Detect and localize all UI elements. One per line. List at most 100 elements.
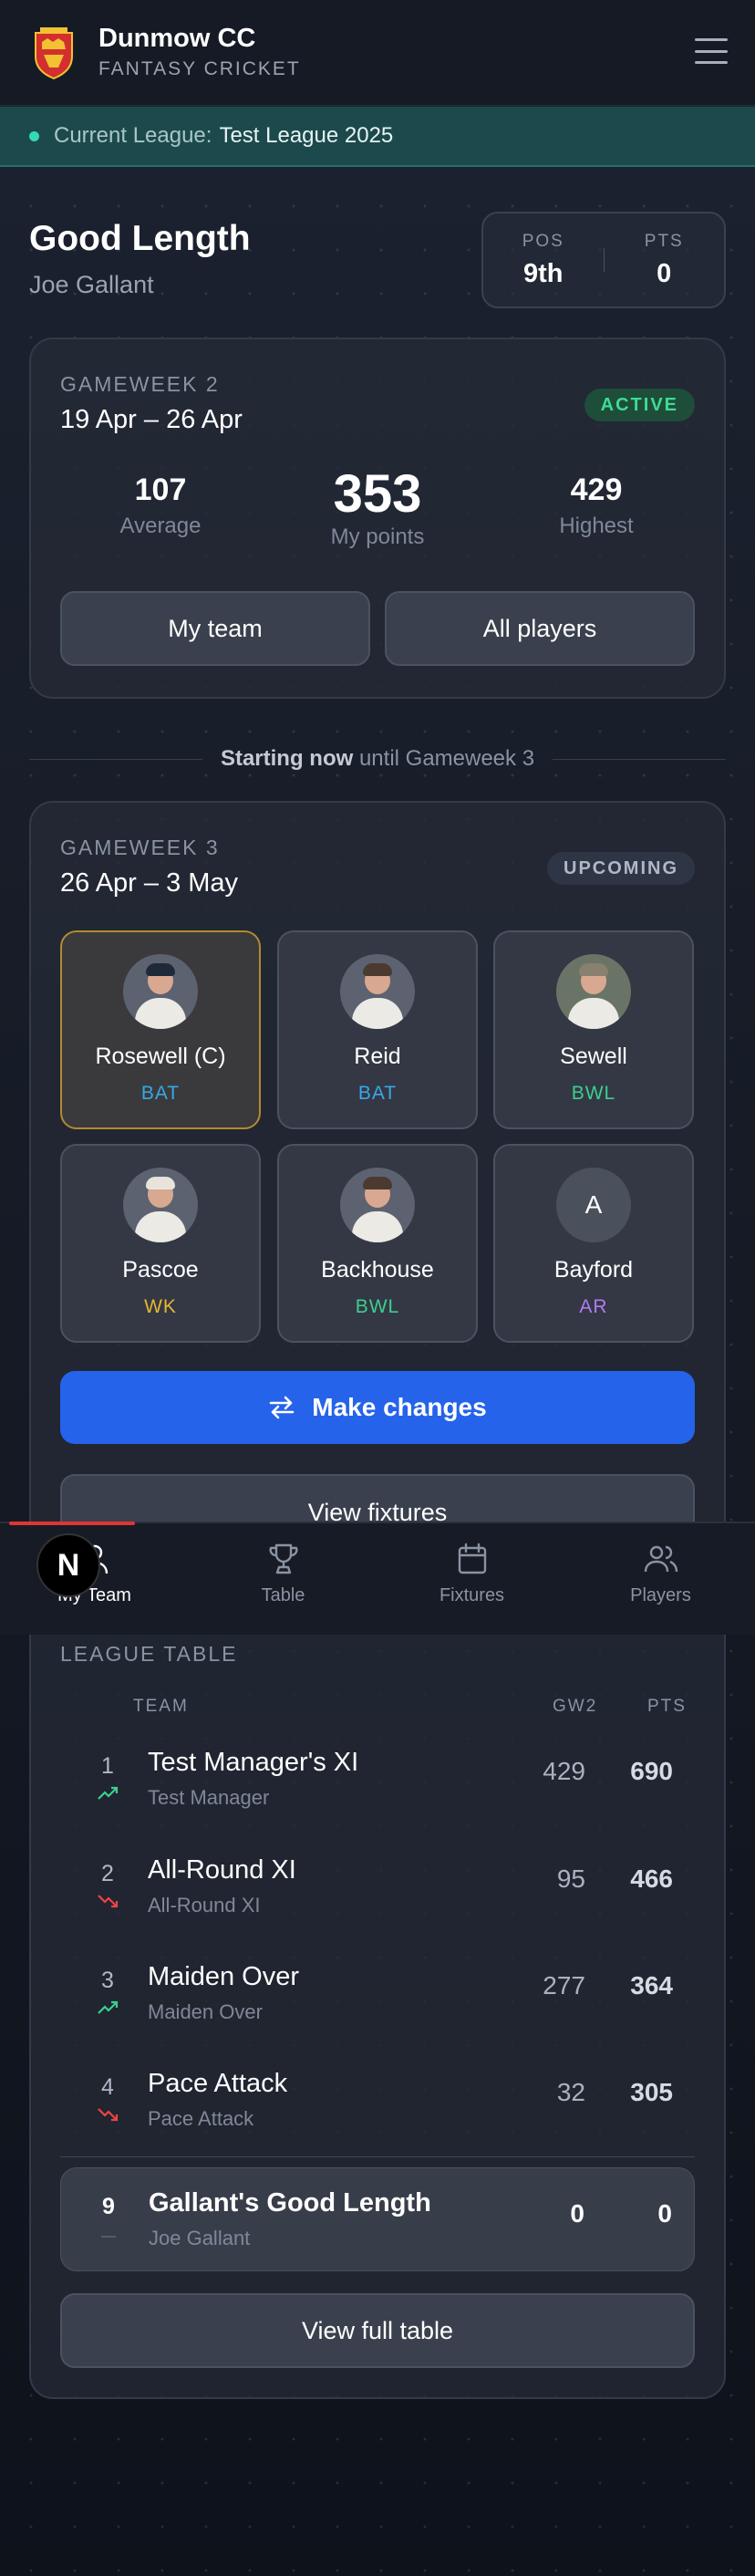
my-points-stat: 353 My points (286, 463, 469, 550)
trend-up-icon (98, 1786, 119, 1800)
status-badge: UPCOMING (547, 852, 695, 885)
app-subtitle: FANTASY CRICKET (98, 58, 301, 79)
hamburger-menu-icon[interactable] (695, 38, 728, 64)
my-team-button[interactable]: My team (60, 591, 370, 666)
gameweek-label: GAMEWEEK 2 (60, 372, 220, 396)
row-total-points: 0 (657, 2199, 672, 2228)
users-icon (644, 1545, 677, 1573)
player-card[interactable]: Sewell BWL (493, 930, 694, 1129)
row-manager: All-Round XI (148, 1894, 261, 1916)
all-players-button[interactable]: All players (385, 591, 695, 666)
nav-fixtures[interactable]: Fixtures (378, 1523, 566, 1635)
row-gw-points: 95 (556, 1864, 585, 1893)
player-role: WK (144, 1296, 177, 1317)
row-total-points: 305 (630, 2078, 673, 2106)
nav-table[interactable]: Table (189, 1523, 378, 1635)
average-label: Average (119, 514, 202, 538)
row-gw-points: 32 (556, 2078, 585, 2106)
my-team-row[interactable]: 9 Gallant's Good Length Joe Gallant 0 0 (60, 2167, 695, 2271)
row-manager: Pace Attack (148, 2107, 254, 2130)
gameweek-dates: 26 Apr – 3 May (60, 868, 239, 898)
player-card[interactable]: Pascoe WK (60, 1144, 261, 1343)
player-role: BWL (571, 1083, 616, 1104)
table-row[interactable]: 3 Maiden Over Maiden Over 277 364 (60, 1948, 695, 2039)
player-role: BAT (140, 1083, 181, 1104)
highest-stat: 429 Highest (505, 473, 688, 539)
row-total-points: 364 (630, 1971, 673, 2000)
player-initial-avatar: A (556, 1168, 631, 1242)
player-card[interactable]: Reid BAT (277, 930, 478, 1129)
gameweek-dates: 19 Apr – 26 Apr (60, 405, 243, 434)
gameweek-divider: Starting now until Gameweek 3 (29, 746, 726, 771)
avatar-badge[interactable]: N (36, 1533, 100, 1597)
divider-line (29, 758, 202, 760)
trend-neutral-icon (101, 2236, 116, 2238)
col-team: TEAM (133, 1697, 189, 1716)
table-separator (60, 2156, 695, 2157)
divider-rest-text: until Gameweek 3 (358, 746, 535, 771)
highest-label: Highest (559, 514, 634, 538)
row-gw-points: 0 (570, 2199, 584, 2228)
average-stat: 107 Average (69, 473, 252, 539)
player-name: Pascoe (122, 1257, 199, 1283)
row-manager: Test Manager (148, 1786, 270, 1809)
trophy-icon (268, 1543, 298, 1574)
col-pts: PTS (647, 1697, 687, 1716)
average-value: 107 (134, 473, 187, 507)
bottom-navigation: My Team Table Fixtures Players (0, 1522, 755, 1635)
pos-value: 9th (523, 258, 564, 288)
player-role: BWL (355, 1296, 400, 1317)
club-name: Dunmow CC (98, 24, 256, 53)
status-dot-icon (29, 130, 39, 141)
player-avatar (340, 954, 415, 1029)
row-position: 9 (102, 2194, 115, 2219)
points-stat: PTS 0 (605, 232, 725, 289)
calendar-icon (458, 1542, 486, 1574)
my-points-label: My points (330, 525, 425, 549)
player-card[interactable]: Rosewell (C) BAT (60, 930, 261, 1129)
team-name: Good Length (29, 219, 251, 258)
view-full-table-button[interactable]: View full table (60, 2293, 695, 2368)
row-position: 3 (101, 1968, 114, 1993)
row-position: 1 (101, 1753, 114, 1779)
row-gw-points: 277 (543, 1971, 585, 2000)
player-card[interactable]: A Bayford AR (493, 1144, 694, 1343)
row-team-name: Pace Attack (148, 2069, 288, 2098)
pts-value: 0 (657, 258, 672, 288)
divider-line (553, 758, 726, 760)
row-total-points: 466 (630, 1864, 673, 1893)
gameweek-label: GAMEWEEK 3 (60, 836, 220, 859)
nav-label: Players (630, 1585, 691, 1605)
make-changes-button[interactable]: Make changes (60, 1371, 695, 1444)
player-name: Rosewell (C) (95, 1044, 226, 1069)
col-gw: GW2 (553, 1697, 598, 1716)
pts-label: PTS (644, 231, 684, 251)
highest-value: 429 (570, 473, 623, 507)
player-avatar (123, 954, 198, 1029)
player-avatar (340, 1168, 415, 1242)
player-role: BAT (357, 1083, 398, 1104)
row-manager: Maiden Over (148, 2000, 263, 2023)
position-stat: POS 9th (483, 232, 604, 289)
player-name: Bayford (553, 1257, 634, 1283)
player-role: AR (579, 1296, 608, 1317)
table-row[interactable]: 1 Test Manager's XI Test Manager 429 690 (60, 1733, 695, 1824)
pos-label: POS (522, 231, 564, 251)
nav-players[interactable]: Players (566, 1523, 755, 1635)
app-header: Dunmow CC FANTASY CRICKET (0, 0, 755, 106)
row-position: 2 (101, 1861, 114, 1886)
view-fixtures-button[interactable]: View fixtures (60, 1474, 695, 1529)
nav-label: Table (261, 1585, 305, 1605)
make-changes-label: Make changes (312, 1393, 487, 1421)
manager-name: Joe Gallant (29, 271, 154, 298)
player-avatar (123, 1168, 198, 1242)
divider-bold-text: Starting now (220, 746, 354, 771)
nav-label: Fixtures (439, 1585, 505, 1605)
player-name: Reid (354, 1044, 401, 1069)
table-row[interactable]: 2 All-Round XI All-Round XI 95 466 (60, 1841, 695, 1932)
player-name: Sewell (560, 1044, 627, 1069)
player-card[interactable]: Backhouse BWL (277, 1144, 478, 1343)
table-row[interactable]: 4 Pace Attack Pace Attack 32 305 (60, 2054, 695, 2145)
row-gw-points: 429 (543, 1757, 585, 1785)
current-league-bar[interactable]: Current League: Test League 2025 (0, 107, 755, 167)
